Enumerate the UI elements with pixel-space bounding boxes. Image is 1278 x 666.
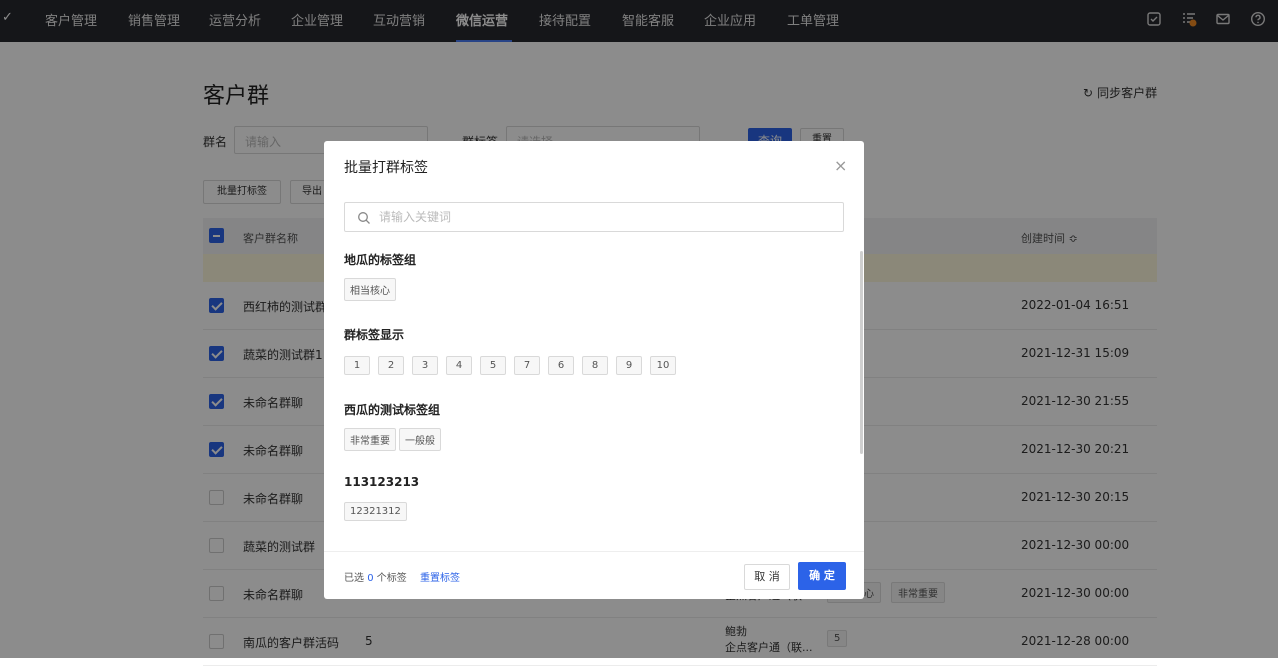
- batch-tag-dialog: 批量打群标签 × 地瓜的标签组 相当核心 群标签显示 123457689 10 西…: [324, 141, 864, 599]
- tag-group: 地瓜的标签组 相当核心: [344, 251, 416, 301]
- tag-option[interactable]: 8: [582, 356, 608, 375]
- selected-count-text: 已选 0 个标签: [344, 569, 407, 584]
- tag-group-name: 群标签显示: [344, 328, 405, 342]
- selected-count: 0: [367, 573, 374, 584]
- tag-group: 113123213 12321312: [344, 475, 419, 521]
- search-icon: [357, 210, 371, 224]
- reset-tags-link[interactable]: 重置标签: [420, 569, 460, 584]
- tag-groups-list: 地瓜的标签组 相当核心 群标签显示 1 2 3 4 5 7 6 8 9 10 西瓜的测试标签组 非…: [324, 241, 864, 551]
- tag-option[interactable]: 3: [412, 356, 438, 375]
- tag-group-name: 113123213: [344, 475, 420, 489]
- tag-option[interactable]: 一般般: [399, 428, 441, 451]
- confirm-button[interactable]: 确 定: [798, 562, 846, 590]
- tag-option[interactable]: 相当核心: [344, 278, 396, 301]
- selected-suffix: 个标签: [376, 573, 407, 584]
- tag-search-box[interactable]: [344, 202, 844, 232]
- tag-option[interactable]: 12321312: [344, 502, 407, 521]
- tag-group: 群标签显示 1 2 3 4 5 7 6 8 9 10: [344, 326, 684, 375]
- tag-option[interactable]: 2: [378, 356, 404, 375]
- tag-option[interactable]: 6: [548, 356, 574, 375]
- selected-prefix: 已选: [344, 573, 364, 584]
- tag-option[interactable]: 9: [616, 356, 642, 375]
- tag-group-name: 西瓜的测试标签组: [344, 403, 441, 417]
- tag-group: 西瓜的测试标签组 非常重要 一般般: [344, 401, 444, 451]
- dialog-footer: 已选 0 个标签 重置标签 取 消 确 定: [324, 551, 864, 599]
- tag-option[interactable]: 5: [480, 356, 506, 375]
- cancel-button[interactable]: 取 消: [744, 564, 790, 590]
- tag-option[interactable]: 10: [650, 356, 676, 375]
- tag-option[interactable]: 非常重要: [344, 428, 396, 451]
- tag-option[interactable]: 7: [514, 356, 540, 375]
- tag-group-name: 地瓜的标签组: [344, 253, 417, 267]
- dialog-title: 批量打群标签: [344, 160, 428, 176]
- tag-option[interactable]: 4: [446, 356, 472, 375]
- dialog-scrollbar[interactable]: [860, 251, 863, 454]
- tag-search-input[interactable]: [377, 208, 817, 226]
- tag-option[interactable]: 1: [344, 356, 370, 375]
- close-icon[interactable]: ×: [834, 156, 847, 175]
